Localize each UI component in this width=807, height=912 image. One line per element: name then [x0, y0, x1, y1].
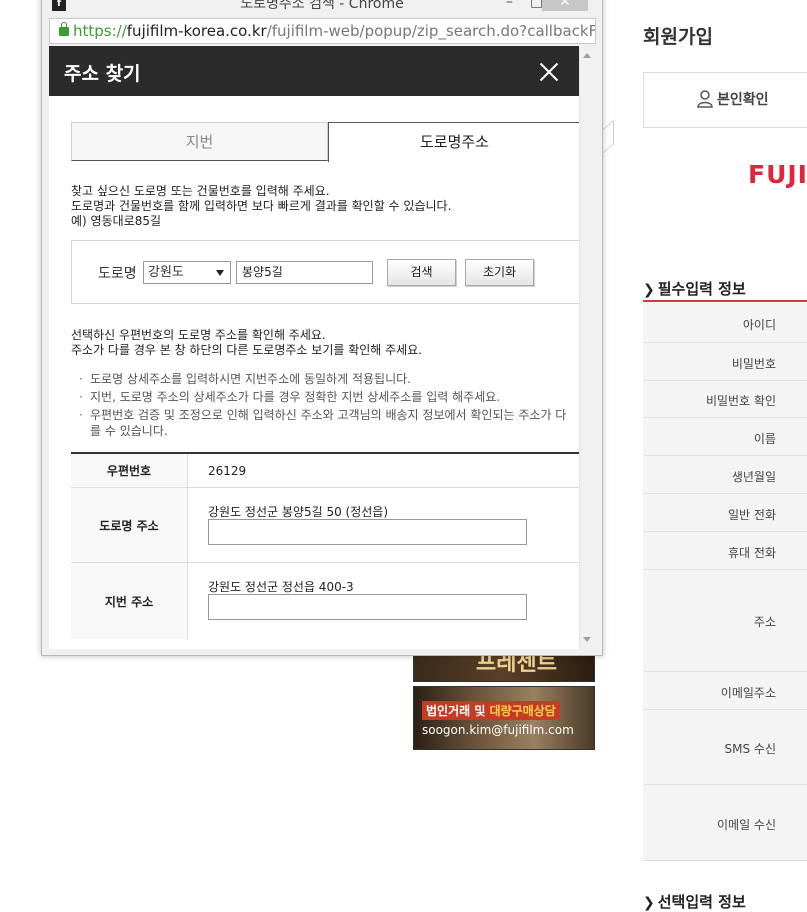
- window-title: 도로명주소 검색 - Chrome: [240, 0, 404, 12]
- search-guide: 찾고 싶으신 도로명 또는 건물번호를 입력해 주세요. 도로명과 건물번호를 …: [71, 184, 451, 229]
- confirm-guide: 선택하신 우편번호의 도로명 주소를 확인해 주세요. 주소가 다를 경우 본 …: [71, 328, 422, 358]
- search-form: 도로명 강원도 봉양5길 검색 초기화: [71, 240, 581, 304]
- form-label: 생년월일: [731, 470, 776, 484]
- form-row-id: 아이디: [643, 303, 807, 343]
- guide-example: 예) 영동대로85길: [71, 214, 162, 228]
- scroll-up-icon[interactable]: [583, 53, 591, 58]
- result-table: 우편번호 26129 도로명 주소 강원도 정선군 봉양5길 50 (정선읍) …: [71, 452, 581, 639]
- form-label: SMS 수신: [724, 742, 776, 756]
- form-row-password: 비밀번호: [643, 343, 807, 381]
- zip-label: 우편번호: [71, 454, 188, 487]
- banner-highlight: 대량구매상담: [489, 704, 556, 718]
- url-scheme: https://: [73, 22, 127, 40]
- road-address-value: 강원도 정선군 봉양5길 50 (정선읍): [208, 505, 389, 519]
- lot-address-label: 지번 주소: [71, 563, 188, 639]
- person-icon: [697, 90, 713, 108]
- window-close-button[interactable]: ✕: [542, 0, 588, 11]
- guide-line: 찾고 싶으신 도로명 또는 건물번호를 입력해 주세요.: [71, 184, 330, 198]
- confirm-line: 선택하신 우편번호의 도로명 주소를 확인해 주세요.: [71, 328, 326, 342]
- minimize-icon[interactable]: –: [506, 0, 513, 13]
- form-row-sms: SMS 수신: [643, 710, 807, 785]
- section-divider: [643, 300, 807, 302]
- required-section-label: 필수입력 정보: [657, 280, 746, 298]
- chevron-right-icon: ❯: [643, 895, 655, 911]
- form-row-email-receive: 이메일 수신: [643, 785, 807, 861]
- identity-verification-tab[interactable]: 본인확인: [643, 72, 807, 128]
- form-label: 비밀번호: [731, 357, 776, 371]
- road-name-label: 도로명: [98, 266, 137, 282]
- popup-viewport: 주소 찾기 지번 도로명주소 찾고 싶으신 도로명 또는 건물번호를 입력해 주…: [49, 46, 595, 649]
- province-selected-value: 강원도: [148, 265, 184, 280]
- form-row-password-confirm: 비밀번호 확인: [643, 381, 807, 418]
- form-row-address: 주소: [643, 570, 807, 672]
- banner-text: 법인거래 및: [426, 704, 486, 718]
- identity-verification-label: 본인확인: [717, 92, 769, 108]
- search-type-tabs: 지번 도로명주소: [71, 122, 581, 162]
- form-row-birthdate: 생년월일: [643, 456, 807, 494]
- guide-line: 도로명과 건물번호를 함께 입력하면 보다 빠르게 결과를 확인할 수 있습니다…: [71, 199, 452, 213]
- address-bar[interactable]: https://fujifilm-korea.co.kr/fujifilm-we…: [49, 18, 596, 44]
- address-search-window: f 도로명주소 검색 - Chrome – □ ✕ https://fujifi…: [41, 0, 603, 656]
- lot-detail-input[interactable]: [208, 594, 527, 620]
- lock-icon: [59, 22, 69, 36]
- window-titlebar[interactable]: f 도로명주소 검색 - Chrome – □ ✕: [42, 0, 602, 15]
- banner-email: soogon.kim@fujifilm.com: [422, 723, 574, 737]
- form-label: 주소: [753, 615, 776, 629]
- road-name-input[interactable]: 봉양5길: [236, 261, 373, 284]
- form-label: 아이디: [742, 318, 776, 332]
- form-row-email: 이메일주소: [643, 672, 807, 710]
- required-section-heading: ❯ 필수입력 정보: [643, 278, 807, 299]
- tab-lot-address[interactable]: 지번: [71, 122, 328, 161]
- province-select[interactable]: 강원도: [143, 261, 231, 284]
- notice-item: 우편번호 검증 및 조정으로 인해 입력하신 주소와 고객님의 배송지 정보에서…: [79, 407, 571, 439]
- url-host: fujifilm-korea.co.kr: [126, 22, 267, 40]
- notice-list: 도로명 상세주소를 입력하시면 지번주소에 동일하게 적용됩니다. 지번, 도로…: [79, 371, 571, 441]
- close-icon[interactable]: [539, 62, 559, 82]
- signup-title: 회원가입: [643, 26, 713, 48]
- form-label: 이름: [753, 432, 776, 446]
- scroll-down-icon[interactable]: [583, 637, 591, 642]
- form-row-mobile: 휴대 전화: [643, 532, 807, 570]
- form-row-phone: 일반 전화: [643, 494, 807, 532]
- form-row-name: 이름: [643, 418, 807, 456]
- notice-item: 지번, 도로명 주소의 상세주소가 다를 경우 정확한 지번 상세주소를 입력 …: [79, 389, 571, 405]
- form-label: 이메일주소: [720, 686, 776, 700]
- reset-button[interactable]: 초기화: [465, 259, 534, 286]
- url-path: /fujifilm-web/popup/zip_search.do?callba…: [266, 22, 596, 40]
- form-label: 휴대 전화: [728, 546, 776, 560]
- optional-section-label: 선택입력 정보: [657, 893, 746, 911]
- road-address-label: 도로명 주소: [71, 488, 188, 562]
- result-row-zip: 우편번호 26129: [71, 454, 581, 488]
- form-label: 이메일 수신: [716, 818, 776, 832]
- form-label: 비밀번호 확인: [705, 394, 776, 408]
- corporate-sales-heading: 법인거래 및 대량구매상담: [422, 701, 560, 720]
- chevron-right-icon: ❯: [643, 282, 655, 298]
- present-banner[interactable]: 프레젠트: [413, 652, 595, 682]
- brand-logo: FUJI: [748, 160, 807, 189]
- search-button[interactable]: 검색: [387, 259, 456, 286]
- result-row-road: 도로명 주소 강원도 정선군 봉양5길 50 (정선읍): [71, 488, 581, 563]
- popup-title: 주소 찾기: [64, 63, 141, 85]
- lot-address-value: 강원도 정선군 정선읍 400-3: [208, 580, 354, 594]
- vertical-scrollbar[interactable]: [579, 46, 595, 649]
- caret-down-icon: [216, 270, 224, 276]
- optional-section-heading: ❯ 선택입력 정보: [643, 891, 807, 912]
- corporate-sales-banner[interactable]: 법인거래 및 대량구매상담 soogon.kim@fujifilm.com: [413, 686, 595, 750]
- confirm-line: 주소가 다를 경우 본 창 하단의 다른 도로명주소 보기를 확인해 주세요.: [71, 343, 423, 357]
- zip-value: 26129: [208, 464, 247, 478]
- notice-item: 도로명 상세주소를 입력하시면 지번주소에 동일하게 적용됩니다.: [79, 371, 571, 387]
- result-row-lot: 지번 주소 강원도 정선군 정선읍 400-3: [71, 563, 581, 639]
- tab-road-address[interactable]: 도로명주소: [328, 122, 581, 162]
- popup-header: 주소 찾기: [49, 46, 580, 96]
- road-detail-input[interactable]: [208, 519, 527, 545]
- form-label: 일반 전화: [728, 508, 776, 522]
